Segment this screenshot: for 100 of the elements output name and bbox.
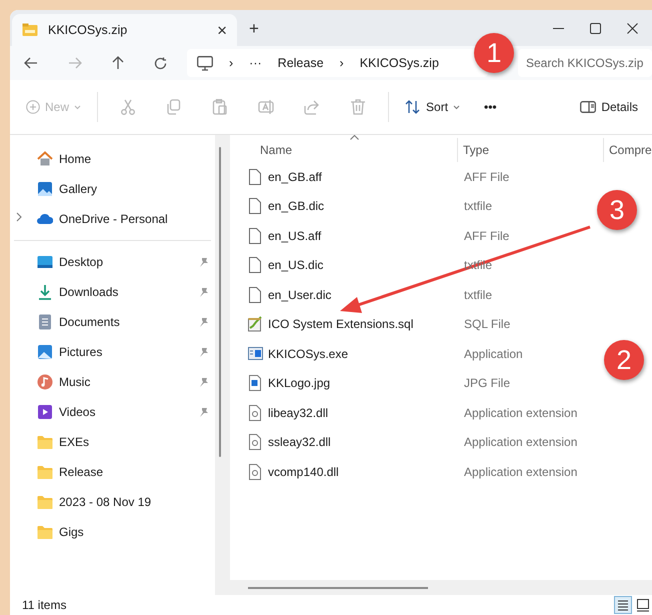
breadcrumb[interactable]: Release [278,54,324,72]
document-icon [37,314,53,330]
extension-file-icon [248,464,263,480]
gallery-icon [37,181,53,197]
sidebar-item[interactable]: Desktop [59,253,193,271]
scrollbar-thumb[interactable] [219,147,221,457]
extension-file-icon [248,434,263,450]
file-name[interactable]: en_User.dic [268,286,332,304]
expand-chevron-icon[interactable] [16,212,22,222]
file-type: Application extension [463,434,578,452]
file-type: txtfile [463,198,494,216]
breadcrumb[interactable]: KKICOSys.zip [360,54,439,72]
file-icon [248,228,263,244]
details-view-icon [616,598,630,612]
file-name[interactable]: KKICOSys.exe [268,344,348,363]
sort-icon [405,100,422,114]
pin-icon [199,376,209,388]
scrollbar-thumb[interactable] [248,587,428,589]
close-icon[interactable] [627,22,638,34]
close-tab-button[interactable]: × [217,22,227,38]
tab-title: KKICOSys.zip [48,22,128,39]
back-icon[interactable] [24,57,38,69]
file-name[interactable]: KKLogo.jpg [268,374,330,392]
application-icon [248,346,263,362]
breadcrumb-separator: › [229,54,234,72]
file-icon [248,168,263,185]
breadcrumb-separator: › [340,54,344,72]
sidebar-item[interactable]: 2023 - 08 Nov 19 [59,493,215,511]
pin-icon [199,316,209,328]
folder-icon [37,494,53,510]
item-count: 11 items [22,597,66,614]
folder-icon [37,524,53,540]
up-icon[interactable] [112,56,124,70]
file-name[interactable]: libeay32.dll [268,404,328,422]
more-button[interactable]: ••• [482,96,499,118]
refresh-icon[interactable] [154,56,167,70]
computer-icon [197,56,213,70]
pin-icon [199,286,209,298]
pin-icon [199,406,209,418]
number-badge: 2 [604,340,644,380]
folder-icon [37,434,53,450]
file-name[interactable]: en_US.aff [268,226,322,245]
file-type: SQL File [463,316,512,334]
details-button[interactable]: Details [578,96,640,118]
picture-icon [37,344,53,360]
new-tab-button[interactable]: + [249,20,259,36]
image-file-icon [248,375,263,392]
music-icon [37,374,53,390]
column-header[interactable]: Name [230,138,457,162]
sidebar-item[interactable]: EXEs [59,433,215,451]
breadcrumb-ellipsis[interactable]: ··· [249,54,262,72]
pin-icon [199,256,209,268]
sort-button[interactable]: Sort [403,96,462,118]
sidebar-item[interactable]: Gallery [59,180,215,198]
file-name[interactable]: ssleay32.dll [268,433,331,452]
details-view-button[interactable] [614,596,632,614]
file-type: AFF File [463,228,510,245]
file-name[interactable]: ICO System Extensions.sql [268,315,414,334]
number-badge: 3 [597,190,637,230]
file-type: txtfile [463,286,494,304]
file-type: Application [463,346,524,363]
sidebar-item[interactable]: Downloads [59,283,193,301]
sidebar-item[interactable]: Release [59,463,215,481]
sort-ascending-icon [350,135,359,140]
extension-file-icon [248,404,263,421]
download-icon [37,284,53,300]
file-name[interactable]: en_GB.dic [268,197,324,216]
plus-circle-icon [26,100,40,114]
tab[interactable]: KKICOSys.zip × [12,14,237,46]
sidebar-item[interactable]: Documents [59,313,193,331]
file-type: Application extension [463,404,578,422]
file-name[interactable]: en_US.dic [268,256,324,274]
sidebar-item[interactable]: Gigs [59,523,215,541]
details-pane-icon [580,101,596,113]
file-type: JPG File [463,375,512,392]
address-bar[interactable]: › ··· Release › KKICOSys.zip [187,49,488,77]
column-header[interactable]: Type [457,138,603,162]
folder-icon [37,464,53,480]
sidebar-item[interactable]: Home [59,150,215,168]
file-type: Application extension [463,464,578,481]
sidebar-item[interactable]: Music [59,373,193,391]
maximize-icon[interactable] [590,22,601,34]
home-icon [37,151,53,167]
caret-icon [74,104,82,110]
sidebar-item[interactable]: Pictures [59,343,193,361]
file-name[interactable]: en_GB.aff [268,168,322,186]
column-header[interactable]: Compre [603,138,652,162]
sidebar-item[interactable]: Videos [59,403,193,421]
cloud-icon [37,211,53,227]
file-icon [248,257,263,274]
desktop-icon [37,254,53,270]
file-type: AFF File [463,168,510,186]
tiles-view-button[interactable] [634,596,652,614]
zip-folder-icon [22,23,38,37]
tiles-view-icon [636,598,650,612]
caret-icon [453,104,460,110]
video-icon [37,404,53,420]
file-name[interactable]: vcomp140.dll [268,462,339,481]
search-field[interactable]: Search KKICOSys.zip [518,49,652,77]
sidebar-item[interactable]: OneDrive - Personal [59,210,215,228]
